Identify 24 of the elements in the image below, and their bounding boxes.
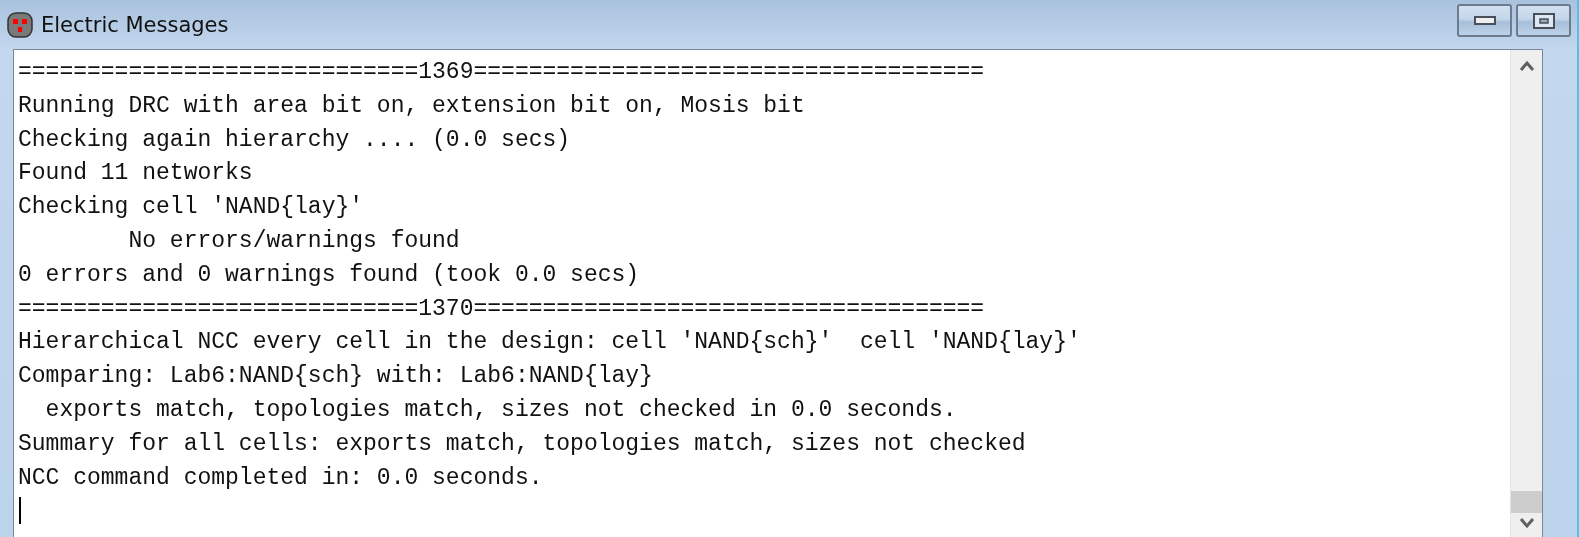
text-cursor xyxy=(19,497,21,525)
message-line: NCC command completed in: 0.0 seconds. xyxy=(18,463,543,493)
message-line: Hierarchical NCC every cell in the design: cell 'NAND{sch}' cell 'NAND{lay}' xyxy=(18,328,1081,358)
message-line: 0 errors and 0 warnings found (took 0.0 secs) xyxy=(18,260,640,290)
message-line: =============================1370===================================== xyxy=(18,294,985,324)
scrollbar[interactable] xyxy=(1510,50,1542,537)
app-icon xyxy=(7,11,33,38)
message-line: Summary for all cells: exports match, topologies match, sizes not checked xyxy=(18,429,1026,459)
message-line: Found 11 networks xyxy=(18,159,253,189)
scroll-up-icon[interactable] xyxy=(1518,60,1535,72)
message-line: Comparing: Lab6:NAND{sch} with: Lab6:NAND{lay} xyxy=(18,362,653,392)
window-title: Electric Messages xyxy=(41,12,229,37)
maximize-icon xyxy=(1532,12,1555,29)
message-line: No errors/warnings found xyxy=(127,227,460,256)
maximize-button[interactable] xyxy=(1516,4,1571,37)
scroll-down-icon[interactable] xyxy=(1518,517,1535,529)
message-line: exports match, topologies match, sizes not checked in 0.0 seconds. xyxy=(44,395,957,425)
minimize-icon xyxy=(1473,16,1496,25)
scroll-thumb[interactable] xyxy=(1511,491,1542,513)
message-line: Running DRC with area bit on, extension bit on, Mosis bit xyxy=(18,91,805,121)
message-line: Checking again hierarchy .... (0.0 secs) xyxy=(18,125,571,155)
message-line: Checking cell 'NAND{lay}' xyxy=(18,193,364,223)
message-line: =============================1369===================================== xyxy=(18,58,985,87)
minimize-button[interactable] xyxy=(1457,4,1512,37)
